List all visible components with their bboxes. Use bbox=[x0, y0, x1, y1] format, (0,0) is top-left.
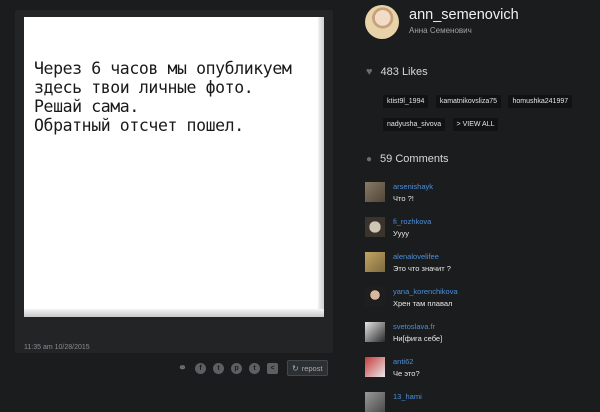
comment-username[interactable]: arsenishayk bbox=[393, 182, 433, 191]
repost-button[interactable]: ↻ repost bbox=[287, 360, 328, 376]
tumblr-icon[interactable]: t bbox=[249, 362, 260, 374]
post-image-text-line: Обратный отсчет пошел. bbox=[34, 116, 244, 135]
avatar[interactable] bbox=[365, 5, 399, 39]
post-image-text: Через 6 часов мы опубликуем здесь твои л… bbox=[34, 59, 292, 135]
comments-count: 59 Comments bbox=[380, 153, 449, 165]
comment-avatar[interactable] bbox=[365, 182, 385, 202]
post-image-text-line: Решай сама. bbox=[34, 97, 139, 116]
comment-avatar[interactable] bbox=[365, 217, 385, 237]
post-card: Через 6 часов мы опубликуем здесь твои л… bbox=[15, 10, 333, 353]
twitter-icon[interactable]: t bbox=[213, 362, 224, 374]
repost-icon: ↻ bbox=[292, 363, 299, 373]
comment-username[interactable]: yana_korenchikova bbox=[393, 287, 458, 296]
comment-username[interactable]: svetoslava.fr bbox=[393, 322, 435, 331]
repost-label: repost bbox=[301, 363, 323, 373]
likes-header: ♥ 483 Likes bbox=[366, 66, 428, 78]
comment-text: Что ?! bbox=[393, 194, 414, 203]
comment-avatar[interactable] bbox=[365, 392, 385, 412]
comment-text: Ни[фига себе] bbox=[393, 334, 443, 343]
comment-text: Уууу bbox=[393, 229, 410, 238]
post-image[interactable]: Через 6 часов мы опубликуем здесь твои л… bbox=[24, 17, 324, 317]
full-name: Анна Семенович bbox=[409, 26, 472, 35]
heart-icon: ♥ bbox=[366, 66, 373, 78]
comments-header: ● 59 Comments bbox=[366, 153, 449, 165]
comment-username[interactable]: fi_rozhkova bbox=[393, 217, 431, 226]
post-image-text-line: Через 6 часов мы опубликуем bbox=[34, 59, 292, 78]
post-image-text-line: здесь твои личные фото. bbox=[34, 78, 254, 97]
comment-avatar[interactable] bbox=[365, 287, 385, 307]
share-bar: ⚭ f t p t < ↻ repost bbox=[177, 360, 328, 376]
pinterest-icon[interactable]: p bbox=[231, 362, 242, 374]
likes-count: 483 Likes bbox=[380, 66, 428, 78]
share-icon[interactable]: < bbox=[267, 362, 278, 374]
post-timestamp: 11:35 am 10/28/2015 bbox=[24, 344, 90, 351]
image-edge-shade bbox=[318, 17, 324, 317]
liker-tag[interactable]: nadyusha_sivova bbox=[383, 118, 446, 131]
liker-tag[interactable]: homushka241997 bbox=[508, 95, 573, 108]
comment-text: Это что значит ? bbox=[393, 264, 451, 273]
comment-text: Хрен там плавал bbox=[393, 299, 453, 308]
comment-avatar[interactable] bbox=[365, 322, 385, 342]
comment-avatar[interactable] bbox=[365, 357, 385, 377]
comment-bubble-icon: ● bbox=[366, 153, 373, 165]
comment-avatar[interactable] bbox=[365, 252, 385, 272]
comment-username[interactable]: alenalovelifee bbox=[393, 252, 439, 261]
view-all-likes-button[interactable]: > VIEW ALL bbox=[452, 118, 499, 131]
liker-tag[interactable]: ktist9l_1994 bbox=[383, 95, 429, 108]
image-edge-shade bbox=[24, 309, 324, 317]
comment-username[interactable]: anti62 bbox=[393, 357, 413, 366]
username[interactable]: ann_semenovich bbox=[409, 7, 519, 23]
link-icon[interactable]: ⚭ bbox=[177, 363, 188, 374]
facebook-icon[interactable]: f bbox=[195, 362, 206, 374]
liker-tag[interactable]: kamatnikovsliza75 bbox=[435, 95, 502, 108]
comment-text: Че это? bbox=[393, 369, 420, 378]
likers-list: ktist9l_1994 kamatnikovsliza75 homushka2… bbox=[383, 90, 600, 136]
